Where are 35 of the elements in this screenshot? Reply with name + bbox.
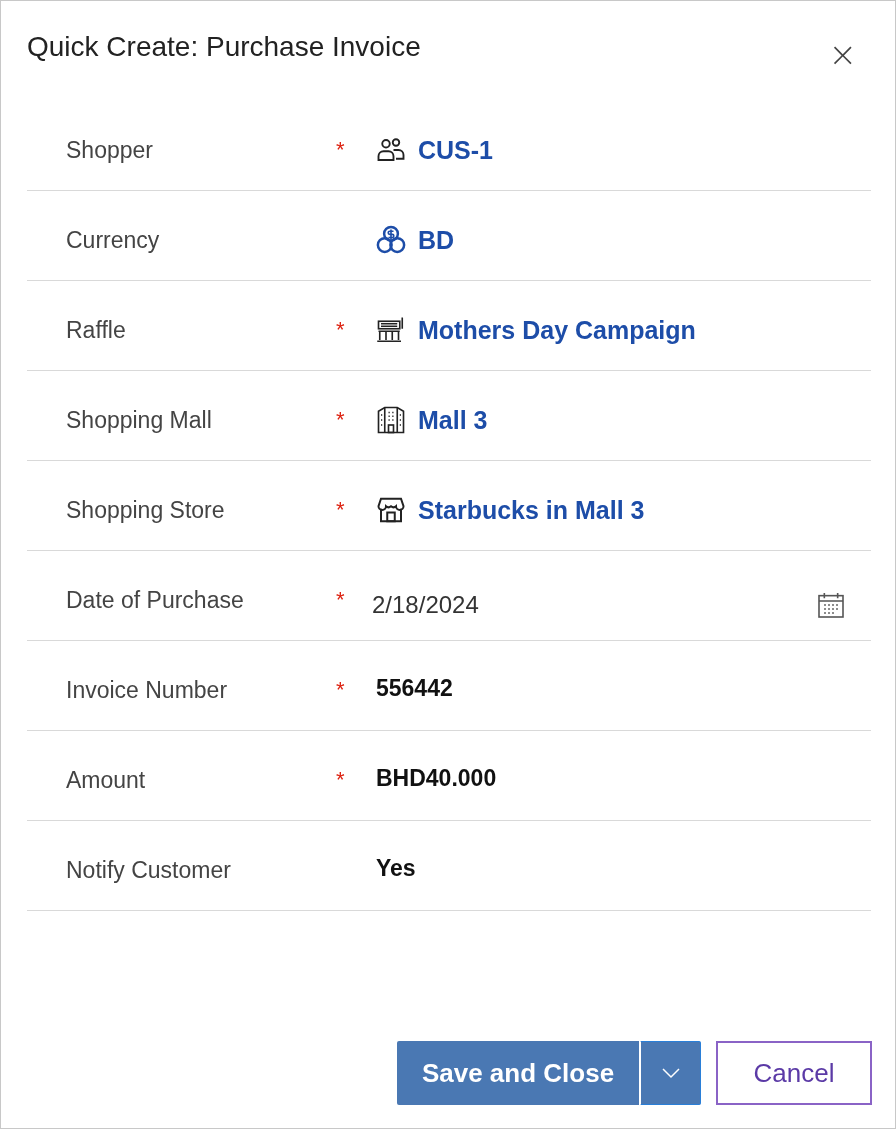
required-mark: * [336, 137, 346, 163]
field-label: Shopping Mall [65, 407, 213, 434]
required-mark: * [336, 407, 346, 433]
date-value[interactable]: 2/18/2024 [372, 591, 479, 619]
coins-icon [376, 225, 406, 255]
cancel-button[interactable]: Cancel [716, 1041, 872, 1105]
lookup-link[interactable]: Mothers Day Campaign [418, 315, 696, 345]
required-mark: * [336, 497, 346, 523]
field-value[interactable]: BHD40.000 [376, 765, 497, 792]
field-label: Date of Purchase [65, 587, 245, 614]
required-mark: * [336, 587, 346, 613]
required-mark: * [336, 317, 346, 343]
required-mark: * [336, 767, 346, 793]
field-label: Notify Customer [65, 857, 232, 884]
booth-icon [376, 315, 406, 345]
store-icon [376, 495, 406, 525]
save-and-close-button[interactable]: Save and Close [397, 1041, 639, 1105]
lookup-link[interactable]: Mall 3 [418, 405, 488, 435]
field-label: Shopper [65, 137, 154, 164]
field-value[interactable]: 556442 [376, 675, 453, 702]
field-value[interactable]: Yes [376, 855, 416, 882]
lookup-link[interactable]: Starbucks in Mall 3 [418, 495, 645, 525]
chevron-down-icon [660, 1067, 681, 1079]
lookup-link[interactable]: BD [418, 225, 455, 255]
required-mark: * [336, 677, 346, 703]
field-label: Shopping Store [65, 497, 226, 524]
field-label: Raffle [65, 317, 127, 344]
building-icon [376, 405, 406, 435]
dialog-title: Quick Create: Purchase Invoice [27, 31, 421, 63]
field-label: Invoice Number [65, 677, 229, 704]
field-label: Currency [65, 227, 161, 254]
lookup-link[interactable]: CUS-1 [418, 135, 493, 165]
save-options-button[interactable] [640, 1041, 701, 1105]
field-label: Amount [65, 767, 147, 794]
close-button[interactable]: × [820, 37, 865, 71]
